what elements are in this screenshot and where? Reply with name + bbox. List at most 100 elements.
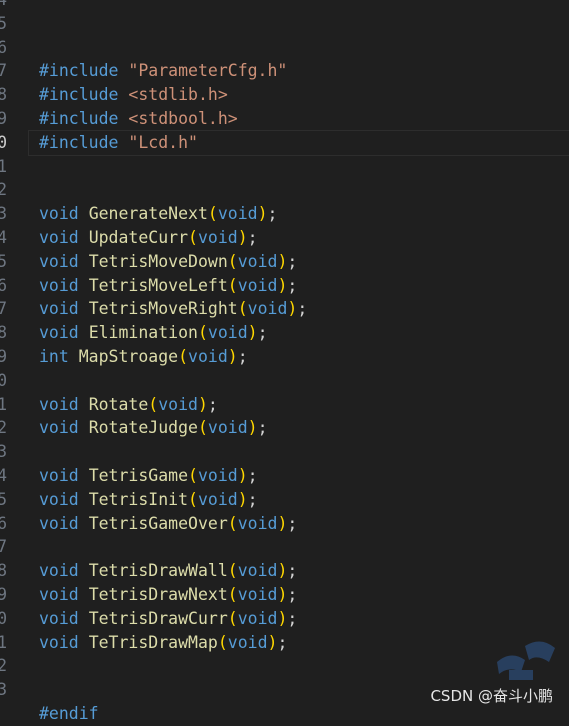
line-number: 9 — [0, 109, 7, 128]
code-line[interactable]: 2 — [0, 654, 569, 678]
line-number: 0 — [0, 132, 7, 152]
code-text: void TetrisDrawWall(void); — [39, 559, 297, 583]
code-line[interactable]: 5 void TetrisMoveDown(void); — [0, 250, 569, 274]
code-line[interactable]: 7 void TetrisMoveRight(void); — [0, 297, 569, 321]
code-line[interactable]: 7 #include "ParameterCfg.h" — [0, 59, 569, 83]
line-number: 8 — [0, 323, 7, 343]
code-token: void — [197, 489, 238, 509]
code-text: void Elimination(void); — [39, 321, 268, 345]
code-line[interactable]: 0 #include "Lcd.h" — [0, 129, 569, 156]
line-number: 7 — [0, 537, 7, 557]
line-number: 5 — [0, 489, 7, 509]
code-token: TeTrisDrawMap — [88, 632, 218, 652]
code-token: void — [237, 513, 278, 533]
code-text: void GenerateNext(void); — [39, 202, 277, 226]
watermark-text: CSDN @奋斗小鹏 — [430, 687, 553, 705]
code-line[interactable]: 9 #include <stdbool.h> — [0, 107, 569, 131]
code-line[interactable]: 6 void TetrisMoveLeft(void); — [0, 274, 569, 298]
code-token: Elimination — [88, 323, 198, 343]
code-token: void — [237, 561, 278, 581]
line-number: 8 — [0, 85, 7, 105]
code-token: ) — [277, 251, 288, 271]
line-number: 6 — [0, 275, 7, 295]
code-token: void — [207, 418, 248, 438]
code-line[interactable]: 8 void Elimination(void); — [0, 321, 569, 345]
code-token: ) — [277, 608, 288, 628]
line-number: 2 — [0, 656, 7, 676]
code-token: ; — [287, 513, 298, 533]
code-line[interactable]: 9 int MapStroage(void); — [0, 345, 569, 369]
code-text: void Rotate(void); — [39, 393, 218, 417]
code-token: void — [237, 585, 278, 604]
code-token: ; — [247, 228, 258, 247]
code-line[interactable]: 1 void TeTrisDrawMap(void); — [0, 631, 569, 655]
line-number: 0 — [0, 608, 7, 628]
code-line[interactable]: 2 — [0, 178, 569, 202]
line-number: 4 — [0, 228, 7, 247]
code-line[interactable]: 0 — [0, 369, 569, 393]
code-token: ) — [267, 632, 278, 652]
code-token: void — [207, 323, 248, 343]
code-token: ( — [227, 513, 238, 533]
code-line[interactable]: 1 void Rotate(void); — [0, 393, 569, 417]
code-line[interactable]: 5 void TetrisInit(void); — [0, 488, 569, 512]
code-line[interactable]: 6 void TetrisGameOver(void); — [0, 512, 569, 536]
code-line[interactable]: 7 — [0, 535, 569, 559]
line-number: 9 — [0, 585, 7, 604]
code-token: void — [39, 489, 79, 509]
code-token: #include — [39, 132, 119, 152]
line-number: 2 — [0, 418, 7, 438]
code-line[interactable]: 4 void TetrisGame(void); — [0, 464, 569, 488]
line-number: 3 — [0, 204, 7, 224]
code-token: ( — [207, 204, 218, 224]
code-line[interactable]: 0 void TetrisDrawCurr(void); — [0, 607, 569, 631]
code-line[interactable]: 8 void TetrisDrawWall(void); — [0, 559, 569, 583]
code-token: ) — [237, 489, 248, 509]
code-token: ; — [287, 608, 298, 628]
line-number: 6 — [0, 513, 7, 533]
line-number: 1 — [0, 632, 7, 652]
line-number: 7 — [0, 61, 7, 81]
line-number: 7 — [0, 299, 7, 319]
code-token: "Lcd.h" — [128, 132, 198, 152]
code-line[interactable]: 1 — [0, 155, 569, 179]
code-token: TetrisDrawCurr — [88, 608, 228, 628]
code-token: ( — [227, 585, 238, 604]
code-token: ( — [227, 561, 238, 581]
code-token: ; — [267, 204, 278, 224]
code-token: ; — [247, 489, 258, 509]
code-token: ) — [247, 323, 258, 343]
code-line[interactable]: 6 — [0, 36, 569, 60]
code-token: UpdateCurr — [88, 228, 189, 247]
code-text: void RotateJudge(void); — [39, 416, 268, 440]
code-text: #include "ParameterCfg.h" — [39, 59, 287, 83]
code-editor[interactable]: 4567#include "ParameterCfg.h"8#include <… — [0, 0, 569, 723]
line-number: 9 — [0, 347, 7, 366]
code-line[interactable]: 9 void TetrisDrawNext(void); — [0, 583, 569, 607]
line-number: 3 — [0, 680, 7, 700]
code-text: void TetrisMoveLeft(void); — [39, 274, 297, 298]
code-line[interactable]: 5 — [0, 12, 569, 36]
code-token: ; — [287, 585, 298, 604]
code-line[interactable]: 4 — [0, 0, 569, 12]
code-token: ; — [287, 251, 298, 271]
code-line[interactable]: 2 void RotateJudge(void); — [0, 416, 569, 440]
code-token: ( — [188, 228, 198, 247]
code-line[interactable]: 3 void GenerateNext(void); — [0, 202, 569, 226]
code-line[interactable]: 3 — [0, 440, 569, 464]
code-line[interactable]: 4 void UpdateCurr(void); — [0, 226, 569, 250]
line-number: 5 — [0, 13, 7, 33]
code-line[interactable]: 8 #include <stdlib.h> — [0, 83, 569, 107]
code-token: #include — [39, 109, 119, 128]
